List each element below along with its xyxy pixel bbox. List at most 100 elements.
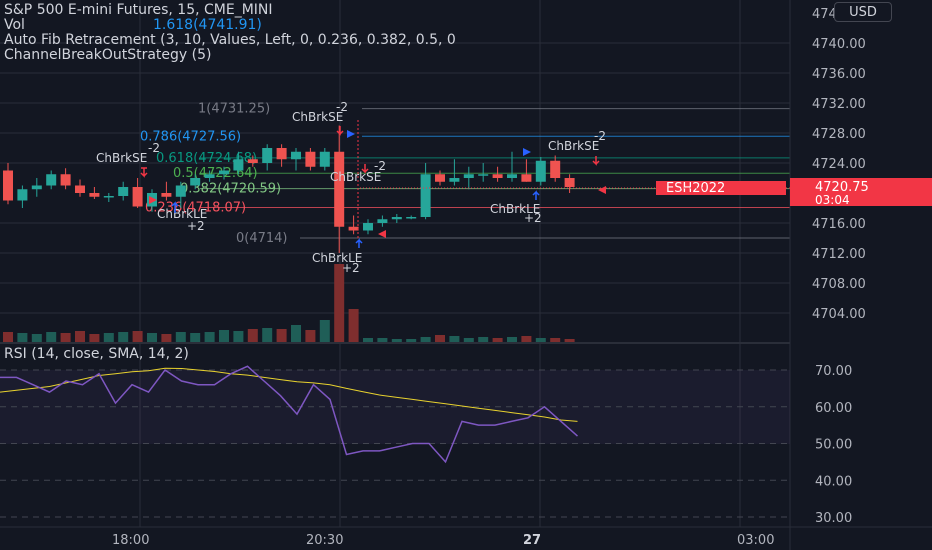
volume-bar: [204, 332, 215, 342]
volume-bar: [435, 335, 445, 342]
candle-body: [449, 178, 460, 182]
volume-bar: [478, 337, 489, 342]
candle-body: [348, 226, 359, 231]
candle-body: [75, 185, 85, 193]
trading-chart[interactable]: 1(4731.25)0.786(4727.56)0.618(4724.68)0.…: [0, 0, 932, 550]
fib-level-label: 0(4714): [236, 231, 288, 246]
minus-two-label: -2: [336, 100, 348, 114]
volume-bar: [247, 329, 258, 342]
candle-body: [420, 174, 431, 217]
candle-body: [406, 217, 417, 219]
rsi-tick: 50.00: [815, 438, 852, 453]
volume-bar: [305, 330, 316, 342]
volume-bar: [190, 333, 201, 342]
volume-bar: [564, 339, 575, 342]
rsi-title: RSI (14, close, SMA, 14, 2): [4, 346, 189, 362]
rsi-tick: 40.00: [815, 474, 852, 489]
currency-button[interactable]: USD: [834, 2, 892, 22]
volume-bar: [550, 338, 561, 342]
price-tick: 4712.00: [812, 247, 866, 262]
price-tick: 4732.00: [812, 97, 866, 112]
candle-body: [190, 178, 201, 186]
plus-two-label: +2: [187, 219, 205, 233]
fib-indicator-label: Auto Fib Retracement (3, 10, Values, Lef…: [4, 32, 456, 48]
volume-bar: [348, 309, 359, 342]
fib-level-label: 0.5(4722.64): [173, 166, 258, 181]
volume-bar: [219, 330, 229, 342]
minus-two-label: -2: [594, 129, 606, 143]
candle-body: [507, 174, 517, 178]
candle-body: [219, 170, 229, 175]
fib-level-label: 1(4731.25): [198, 102, 270, 117]
strategy-legend[interactable]: ChannelBreakOutStrategy (5): [4, 47, 211, 64]
candle-body: [435, 174, 445, 182]
volume-bar: [391, 339, 402, 342]
volume-bar: [17, 333, 28, 342]
volume-bar: [233, 331, 244, 342]
volume-bar: [46, 332, 57, 342]
candle-body: [291, 151, 301, 160]
time-label: 18:00: [112, 533, 149, 548]
rsi-tick: 70.00: [815, 364, 852, 379]
volume-bar: [291, 325, 301, 342]
candle-body: [463, 174, 474, 178]
volume-bar: [463, 338, 474, 342]
candle-body: [161, 193, 172, 197]
volume-bar: [132, 331, 143, 342]
candle-body: [363, 223, 373, 231]
candle-body: [334, 151, 345, 227]
candle-body: [132, 187, 143, 207]
time-label: 20:30: [306, 533, 343, 548]
minus-two-label: -2: [148, 141, 160, 155]
price-tick: 4724.00: [812, 157, 866, 172]
price-tick: 4708.00: [812, 277, 866, 292]
volume-bar: [147, 333, 157, 342]
plus-two-label: +2: [342, 261, 360, 275]
candle-body: [204, 174, 215, 178]
candle-body: [305, 151, 316, 167]
candle-body: [89, 193, 100, 197]
sell-signal-label: ChBrkSE: [548, 139, 599, 153]
candle-body: [31, 185, 42, 190]
volume-bar: [492, 338, 503, 342]
minus-two-label: -2: [374, 159, 386, 173]
candle-body: [46, 174, 57, 186]
candle-body: [17, 189, 28, 201]
volume-bar: [420, 337, 431, 342]
volume-bar: [535, 338, 546, 342]
volume-bar: [118, 332, 129, 342]
candle-body: [550, 160, 561, 178]
volume-bar: [161, 334, 172, 342]
volume-bar: [521, 336, 532, 342]
volume-bar: [276, 329, 287, 342]
volume-label: Vol: [4, 17, 25, 33]
candle-body: [391, 217, 402, 220]
time-label: 03:00: [737, 533, 774, 548]
volume-bar: [377, 338, 388, 342]
rsi-tick: 60.00: [815, 401, 852, 416]
volume-bar: [175, 332, 186, 342]
volume-bar: [406, 339, 417, 342]
price-tick: 4728.00: [812, 127, 866, 142]
candle-body: [233, 159, 244, 171]
volume-bar: [3, 332, 13, 342]
time-label: 27: [523, 533, 541, 548]
rsi-tick: 30.00: [815, 511, 852, 526]
candle-body: [478, 174, 489, 176]
volume-bar: [334, 264, 345, 342]
candle-body: [247, 159, 258, 163]
volume-bar: [363, 338, 373, 342]
candle-body: [103, 196, 114, 198]
bar-countdown: 03:04: [815, 193, 850, 207]
price-tick: 4704.00: [812, 307, 866, 322]
candle-body: [319, 151, 330, 167]
candle-body: [276, 148, 287, 160]
symbol-tag-label: ESH2022: [666, 181, 725, 196]
volume-bar: [103, 333, 114, 342]
candle-body: [492, 174, 503, 178]
candle-body: [262, 148, 273, 163]
candle-body: [175, 185, 186, 197]
strategy-label: ChannelBreakOutStrategy (5): [4, 47, 212, 63]
volume-bar: [60, 333, 71, 342]
symbol-title: S&P 500 E-mini Futures, 15, CME_MINI: [4, 2, 273, 18]
